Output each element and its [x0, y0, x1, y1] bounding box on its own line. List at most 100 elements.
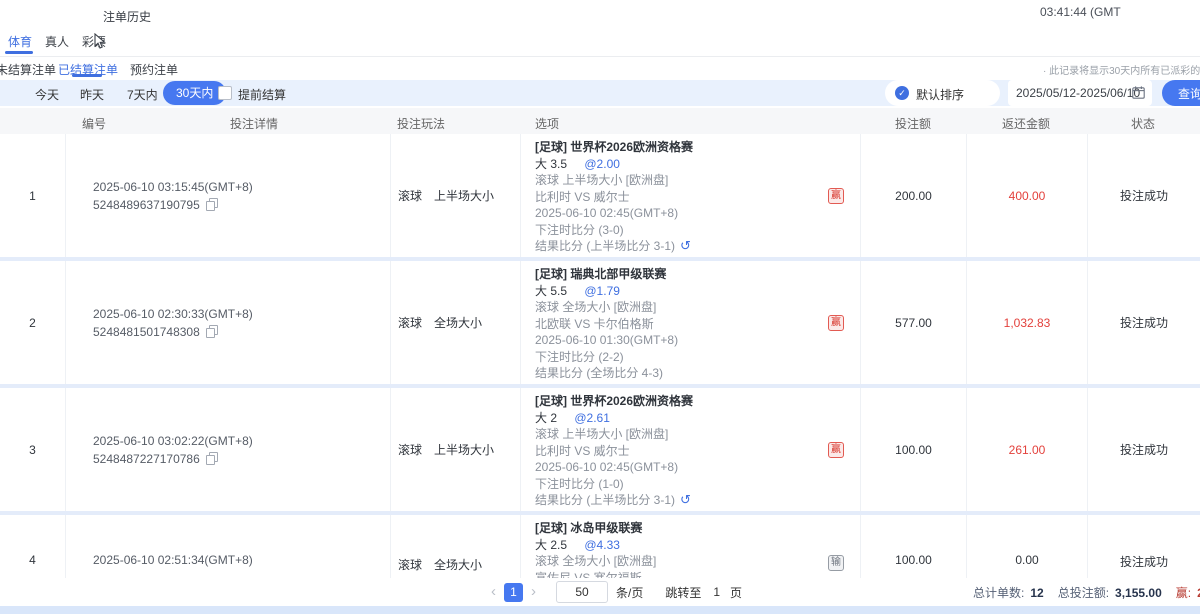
jump-to-label: 跳转至 [665, 584, 701, 601]
default-sort-button[interactable]: ✓ 默认排序 [885, 80, 1000, 106]
league-name: [足球] 世界杯2026欧洲资格赛 [535, 139, 860, 156]
order-number: 5248489637190795 [93, 198, 200, 212]
pick-selection: 大 2 [535, 411, 557, 425]
win-badge: 赢 [828, 188, 844, 204]
payout-amount: 261.00 [1009, 443, 1046, 457]
subtab-bar: 未结算注单 已结算注单 预约注单 · 此记录将显示30天内所有已派彩的注单 [0, 57, 1200, 80]
col-header-stake: 投注额 [895, 115, 931, 132]
replay-icon[interactable]: ↺ [680, 492, 691, 507]
active-tab-underline [5, 51, 33, 54]
copy-icon[interactable] [206, 198, 218, 211]
subtab-unsettled[interactable]: 未结算注单 [0, 61, 56, 78]
league-name: [足球] 瑞典北部甲级联赛 [535, 266, 860, 283]
prev-page-button[interactable]: ‹ [487, 582, 500, 602]
calendar-icon [1132, 86, 1145, 99]
next-page-button[interactable]: › [527, 582, 540, 602]
table-body: 1 2025-06-10 03:15:45(GMT+8) 52484896371… [0, 134, 1200, 578]
early-settle-checkbox[interactable] [218, 86, 232, 100]
search-button[interactable]: 查询 [1162, 80, 1200, 106]
filter-today[interactable]: 今天 [35, 86, 59, 103]
bet-time-score: 下注时比分 (1-0) [535, 476, 860, 493]
stake-amount: 577.00 [860, 261, 966, 384]
lose-badge: 输 [828, 555, 844, 571]
odds-value: @4.33 [584, 538, 620, 552]
table-row: 2 2025-06-10 02:30:33(GMT+8) 52484815017… [0, 261, 1200, 388]
result-score: 结果比分 (上半场比分 3-1) [535, 239, 675, 253]
bet-time-score: 下注时比分 (3-0) [535, 222, 860, 239]
bet-status: 投注成功 [1087, 261, 1200, 384]
bet-details-cell: 2025-06-10 02:51:34(GMT+8) [65, 515, 390, 578]
col-header-details: 投注详情 [230, 115, 278, 132]
order-number: 5248487227170786 [93, 452, 200, 466]
play-type-cell: 滚球 全场大小 [390, 261, 520, 384]
subtab-reserved[interactable]: 预约注单 [130, 61, 178, 78]
bet-details-cell: 2025-06-10 02:30:33(GMT+8) 5248481501748… [65, 261, 390, 384]
tab-sports[interactable]: 体育 [8, 33, 32, 50]
play-type-cell: 滚球 上半场大小 [390, 134, 520, 257]
bet-time-score: 下注时比分 (2-2) [535, 349, 860, 366]
bet-time: 2025-06-10 02:30:33(GMT+8) [93, 305, 390, 323]
bet-time: 2025-06-10 03:02:22(GMT+8) [93, 432, 390, 450]
bet-details-cell: 2025-06-10 03:15:45(GMT+8) 5248489637190… [65, 134, 390, 257]
pick-line: 大 2 @2.61 [535, 410, 860, 427]
col-header-status: 状态 [1131, 115, 1155, 132]
filter-yesterday[interactable]: 昨天 [80, 86, 104, 103]
page-size-input[interactable] [556, 581, 608, 603]
payout-amount-cell: 0.00 [966, 515, 1087, 578]
play-type: 滚球 [398, 187, 422, 204]
filter-30days[interactable]: 30天内 [163, 81, 226, 105]
tab-live[interactable]: 真人 [45, 33, 69, 50]
match-teams: 比利时 VS 威尔士 [535, 189, 860, 206]
bet-option-cell: [足球] 瑞典北部甲级联赛 大 5.5 @1.79 滚球 全场大小 [欧洲盘] … [520, 261, 860, 384]
pick-selection: 大 5.5 [535, 284, 567, 298]
payout-amount-cell: 1,032.83 [966, 261, 1087, 384]
row-number: 4 [0, 515, 65, 578]
bet-status: 投注成功 [1087, 515, 1200, 578]
play-type-cell: 滚球 上半场大小 [390, 388, 520, 511]
match-time: 2025-06-10 01:30(GMT+8) [535, 332, 860, 349]
payout-amount: 1,032.83 [1004, 316, 1051, 330]
match-teams: 富佐尼 VS 塞尔福斯 [535, 570, 860, 579]
stake-amount: 100.00 [860, 388, 966, 511]
odds-value: @2.00 [584, 157, 620, 171]
match-teams: 比利时 VS 威尔士 [535, 443, 860, 460]
server-clock: 03:41:44 (GMT [1040, 5, 1121, 19]
copy-icon[interactable] [206, 325, 218, 338]
result-score: 结果比分 (上半场比分 3-1) [535, 493, 675, 507]
page-title: 注单历史 [103, 8, 151, 25]
result-score: 结果比分 (全场比分 4-3) [535, 366, 663, 380]
jump-page-value[interactable]: 1 [713, 585, 720, 599]
match-teams: 北欧联 VS 卡尔伯格斯 [535, 316, 860, 333]
odds-value: @1.79 [584, 284, 620, 298]
play-name: 全场大小 [434, 314, 482, 331]
bet-status: 投注成功 [1087, 134, 1200, 257]
pick-line: 大 5.5 @1.79 [535, 283, 860, 300]
check-circle-icon: ✓ [895, 86, 909, 100]
total-stake-value: 3,155.00 [1115, 586, 1162, 600]
current-page-button[interactable]: 1 [504, 583, 523, 602]
date-range-picker[interactable]: 2025/05/12-2025/06/10 [1008, 80, 1152, 106]
stake-amount: 100.00 [860, 515, 966, 578]
bet-time: 2025-06-10 02:51:34(GMT+8) [93, 551, 390, 569]
order-number-line [93, 569, 390, 578]
match-time: 2025-06-10 02:45(GMT+8) [535, 459, 860, 476]
col-header-payout: 返还金额 [1002, 115, 1050, 132]
total-win-label: 赢: [1176, 584, 1191, 601]
total-stake-label: 总投注额: [1058, 584, 1109, 601]
play-type: 滚球 [398, 314, 422, 331]
bet-option-cell: [足球] 冰岛甲级联赛 大 2.5 @4.33 滚球 全场大小 [欧洲盘] 富佐… [520, 515, 860, 578]
bet-history-page: 注单历史 03:41:44 (GMT 体育 真人 彩票 未结算注单 已结算注单 … [0, 0, 1200, 614]
jump-page-suffix: 页 [730, 584, 742, 601]
table-footer: ‹ 1 › 条/页 跳转至 1 页 总计单数: 12 总投注额: 3,155.0… [0, 578, 1200, 606]
pagination: ‹ 1 › 条/页 跳转至 1 页 [487, 581, 756, 603]
play-name: 上半场大小 [434, 441, 494, 458]
pick-line: 大 2.5 @4.33 [535, 537, 860, 554]
order-number-line: 5248481501748308 [93, 323, 390, 341]
replay-icon[interactable]: ↺ [680, 238, 691, 253]
play-name: 上半场大小 [434, 187, 494, 204]
market-type: 滚球 全场大小 [欧洲盘] [535, 299, 860, 316]
payout-amount-cell: 261.00 [966, 388, 1087, 511]
market-type: 滚球 上半场大小 [欧洲盘] [535, 172, 860, 189]
copy-icon[interactable] [206, 452, 218, 465]
filter-7days[interactable]: 7天内 [127, 86, 158, 103]
